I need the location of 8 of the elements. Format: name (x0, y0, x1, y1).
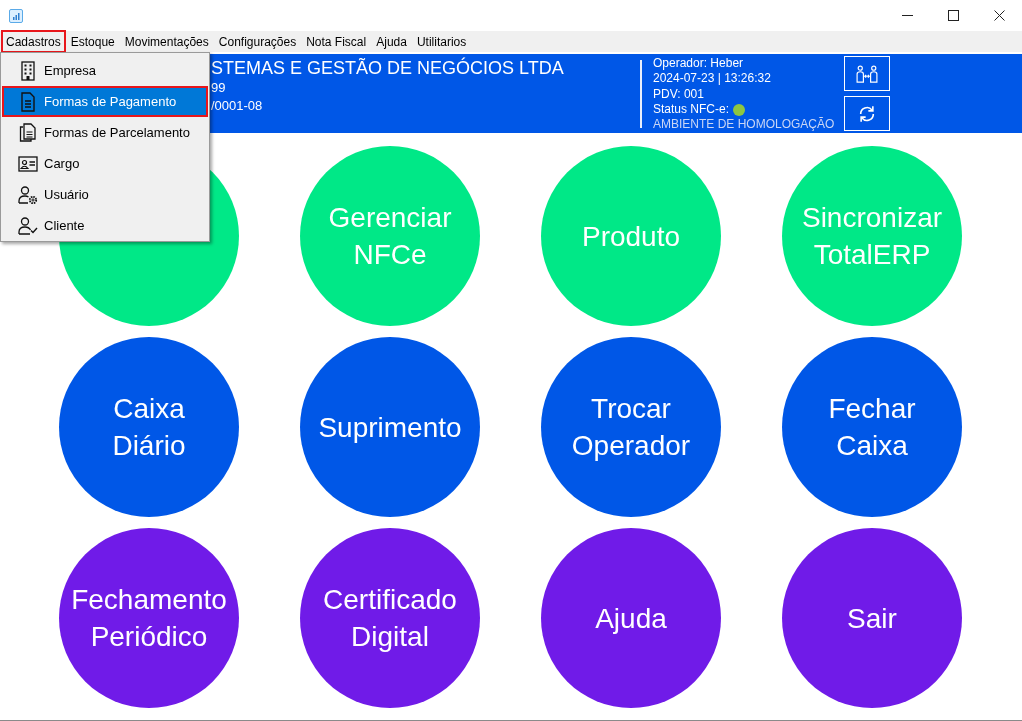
environment-text: AMBIENTE DE HOMOLOGAÇÃO (653, 117, 836, 133)
status-label: Status NFC-e: (653, 101, 730, 118)
info-text: Operador: Heber (653, 56, 745, 72)
info-text: 2024-07-23 | 13:26:32 (653, 71, 772, 87)
info-text: PDV: 001 (653, 86, 705, 102)
company-detail-text: 99 (211, 79, 227, 97)
company-detail-text: /0001-08 (211, 97, 264, 115)
company-name: STEMAS E GESTÃO DE NEGÓCIOS LTDA (211, 57, 565, 79)
